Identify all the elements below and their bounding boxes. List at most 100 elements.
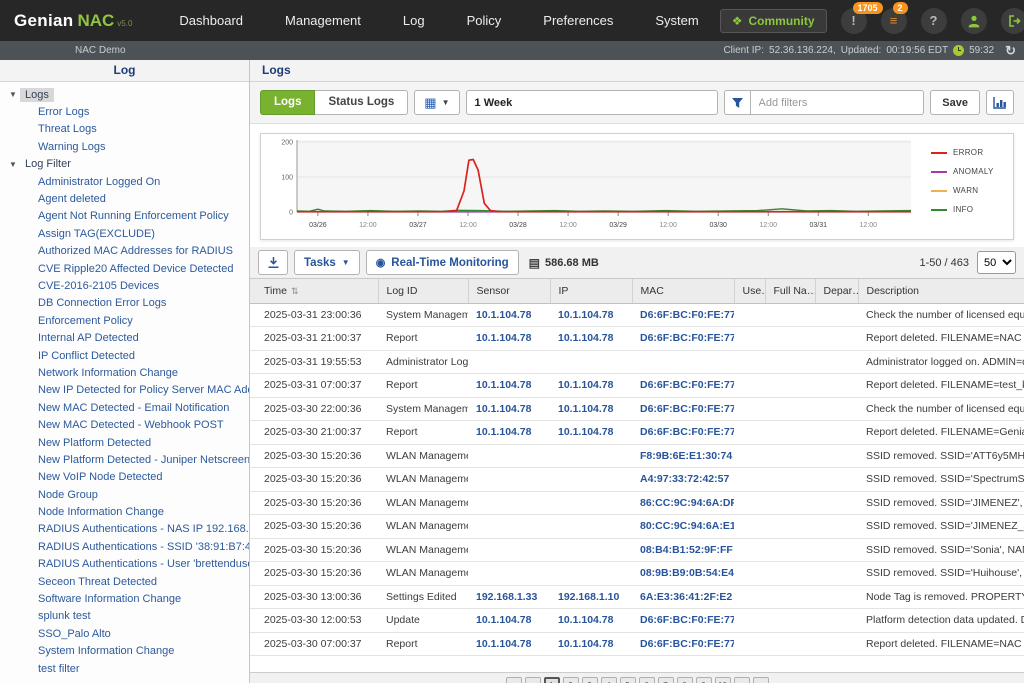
table-row[interactable]: 2025-03-30 13:00:36Settings Edited192.16… <box>250 585 1024 609</box>
logout-button[interactable] <box>1001 8 1024 34</box>
tree-item[interactable]: SSO_Palo Alto <box>0 625 249 642</box>
nav-item-policy[interactable]: Policy <box>446 0 523 41</box>
tree-item[interactable]: RADIUS Authentications - SSID '38:91:B7:… <box>0 538 249 555</box>
chart-toggle-button[interactable] <box>986 90 1014 115</box>
link-mac[interactable]: D6:6F:BC:F0:FE:77 <box>640 309 734 321</box>
page-button-5[interactable]: 5 <box>620 677 636 683</box>
column-header-time[interactable]: Time⇅ <box>250 279 378 303</box>
help-button[interactable]: ? <box>921 8 947 34</box>
tree-item[interactable]: New IP Detected for Policy Server MAC Ad… <box>0 382 249 399</box>
table-row[interactable]: 2025-03-30 15:20:36WLAN ManagementF8:9B:… <box>250 444 1024 468</box>
tree-item[interactable]: Administrator Logged On <box>0 173 249 190</box>
link-mac[interactable]: A4:97:33:72:42:57 <box>640 473 729 485</box>
link-sensor[interactable]: 10.1.104.78 <box>476 379 531 391</box>
period-input[interactable] <box>466 90 718 115</box>
link-mac[interactable]: D6:6F:BC:F0:FE:77 <box>640 426 734 438</box>
brand-logo[interactable]: Genian NAC v5.0 <box>0 11 158 31</box>
account-button[interactable] <box>961 8 987 34</box>
table-row[interactable]: 2025-03-31 21:00:37Report10.1.104.7810.1… <box>250 327 1024 351</box>
tree-item[interactable]: Agent Not Running Enforcement Policy <box>0 208 249 225</box>
tree-item[interactable]: RADIUS Authentications - NAS IP 192.168.… <box>0 521 249 538</box>
tree-item[interactable]: Authorized MAC Addresses for RADIUS <box>0 243 249 260</box>
tree-item[interactable]: Assign TAG(EXCLUDE) <box>0 225 249 242</box>
community-button[interactable]: ❖ Community <box>720 9 827 33</box>
page-button-›[interactable]: › <box>734 677 750 683</box>
alerts-button[interactable]: ! 1705 <box>841 8 867 34</box>
table-row[interactable]: 2025-03-30 21:00:37Report10.1.104.7810.1… <box>250 421 1024 445</box>
link-ip[interactable]: 10.1.104.78 <box>558 403 613 415</box>
tree-group-logs[interactable]: ▼Logs <box>0 86 249 103</box>
tree-item[interactable]: Error Logs <box>0 103 249 120</box>
link-sensor[interactable]: 10.1.104.78 <box>476 403 531 415</box>
link-mac[interactable]: 08:9B:B9:0B:54:E4 <box>640 567 734 579</box>
link-ip[interactable]: 10.1.104.78 <box>558 309 613 321</box>
save-button[interactable]: Save <box>930 90 980 115</box>
tree-item[interactable]: CVE Ripple20 Affected Device Detected <box>0 260 249 277</box>
tree-item[interactable]: Node Information Change <box>0 503 249 520</box>
link-sensor[interactable]: 10.1.104.78 <box>476 638 531 650</box>
tree-item[interactable]: Warning Logs <box>0 138 249 155</box>
page-button-3[interactable]: 3 <box>582 677 598 683</box>
tree-item[interactable]: New Platform Detected - Juniper Netscree… <box>0 451 249 468</box>
tree-item[interactable]: New MAC Detected - Webhook POST <box>0 416 249 433</box>
tab-status-logs[interactable]: Status Logs <box>315 90 408 115</box>
page-size-select[interactable]: 50 <box>977 251 1016 274</box>
column-header-mac[interactable]: MAC <box>632 279 734 303</box>
column-header-depar-[interactable]: Depar… <box>815 279 858 303</box>
nav-item-management[interactable]: Management <box>264 0 382 41</box>
link-sensor[interactable]: 10.1.104.78 <box>476 332 531 344</box>
tree-item[interactable]: New VoIP Node Detected <box>0 469 249 486</box>
link-sensor[interactable]: 10.1.104.78 <box>476 614 531 626</box>
link-ip[interactable]: 192.168.1.10 <box>558 591 619 603</box>
sort-icon[interactable]: ⇅ <box>291 286 299 296</box>
nav-item-dashboard[interactable]: Dashboard <box>158 0 264 41</box>
tree-item[interactable]: Seceon Threat Detected <box>0 573 249 590</box>
column-header-use-[interactable]: Use… <box>734 279 765 303</box>
table-row[interactable]: 2025-03-30 22:00:36System Managem…10.1.1… <box>250 397 1024 421</box>
column-header-full-na-[interactable]: Full Na… <box>765 279 815 303</box>
page-button-10[interactable]: 10 <box>715 677 731 683</box>
link-sensor[interactable]: 192.168.1.33 <box>476 591 537 603</box>
tree-item[interactable]: IP Conflict Detected <box>0 347 249 364</box>
page-button-6[interactable]: 6 <box>639 677 655 683</box>
page-button-‹[interactable]: ‹ <box>525 677 541 683</box>
messages-button[interactable]: ≡ 2 <box>881 8 907 34</box>
tree-item[interactable]: CVE-2016-2105 Devices <box>0 277 249 294</box>
page-button-4[interactable]: 4 <box>601 677 617 683</box>
tree-item[interactable]: System Information Change <box>0 643 249 660</box>
link-mac[interactable]: 6A:E3:36:41:2F:E2 <box>640 591 732 603</box>
tasks-button[interactable]: Tasks ▼ <box>294 250 360 275</box>
collapse-caret-icon[interactable]: ▼ <box>9 90 20 99</box>
table-row[interactable]: 2025-03-30 12:00:53Update10.1.104.7810.1… <box>250 609 1024 633</box>
tree-item[interactable]: Agent deleted <box>0 190 249 207</box>
page-button-»[interactable]: » <box>753 677 769 683</box>
tree-item[interactable]: New Platform Detected <box>0 434 249 451</box>
link-mac[interactable]: 80:CC:9C:94:6A:E1 <box>640 520 734 532</box>
page-button-9[interactable]: 9 <box>696 677 712 683</box>
link-ip[interactable]: 10.1.104.78 <box>558 426 613 438</box>
page-button-«[interactable]: « <box>506 677 522 683</box>
date-range-button[interactable]: ▦ ▼ <box>414 90 459 115</box>
realtime-monitoring-button[interactable]: ◉ Real-Time Monitoring <box>366 250 519 275</box>
column-header-description[interactable]: Description <box>858 279 1024 303</box>
refresh-icon[interactable]: ↻ <box>1005 43 1016 59</box>
tree-group-log-filter[interactable]: ▼Log Filter <box>0 156 249 173</box>
table-row[interactable]: 2025-03-30 07:00:37Report10.1.104.7810.1… <box>250 632 1024 656</box>
tree-item[interactable]: splunk test <box>0 608 249 625</box>
link-ip[interactable]: 10.1.104.78 <box>558 638 613 650</box>
link-mac[interactable]: D6:6F:BC:F0:FE:77 <box>640 638 734 650</box>
column-header-ip[interactable]: IP <box>550 279 632 303</box>
collapse-caret-icon[interactable]: ▼ <box>9 160 20 169</box>
nav-item-log[interactable]: Log <box>382 0 446 41</box>
table-row[interactable]: 2025-03-31 19:55:53Administrator LoginAd… <box>250 350 1024 374</box>
link-mac[interactable]: 08:B4:B1:52:9F:FF <box>640 544 733 556</box>
tree-item[interactable]: Network Information Change <box>0 364 249 381</box>
add-filters-input[interactable] <box>750 90 925 115</box>
tree-item[interactable]: Internal AP Detected <box>0 329 249 346</box>
link-mac[interactable]: D6:6F:BC:F0:FE:77 <box>640 332 734 344</box>
table-row[interactable]: 2025-03-31 23:00:36System Managem…10.1.1… <box>250 303 1024 327</box>
table-row[interactable]: 2025-03-30 15:20:36WLAN Management80:CC:… <box>250 515 1024 539</box>
link-ip[interactable]: 10.1.104.78 <box>558 379 613 391</box>
page-button-8[interactable]: 8 <box>677 677 693 683</box>
link-ip[interactable]: 10.1.104.78 <box>558 614 613 626</box>
